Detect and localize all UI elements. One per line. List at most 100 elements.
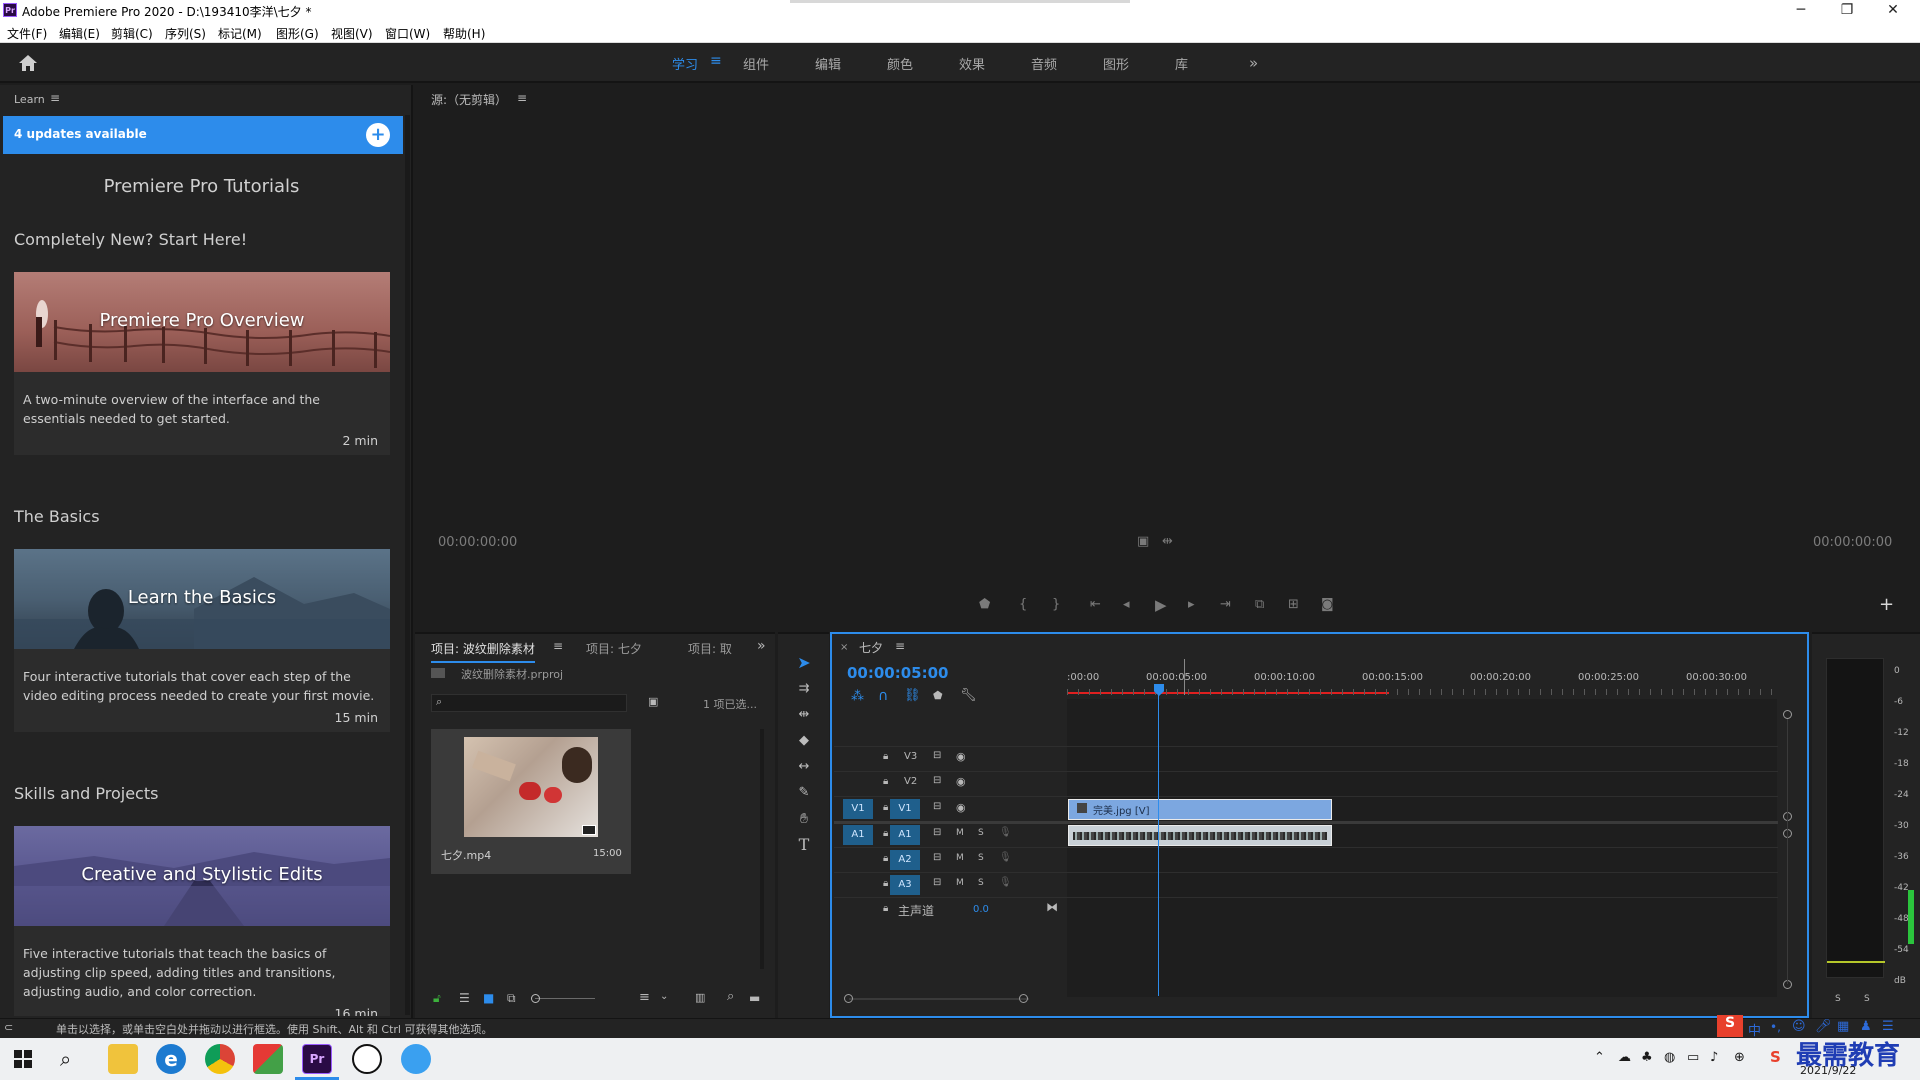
ime-skin-icon[interactable]: ♟ <box>1860 1019 1872 1034</box>
lock-icon[interactable]: 🔒︎ <box>883 751 888 762</box>
workspace-tab-effects[interactable]: 效果 <box>959 54 985 73</box>
restore-button[interactable]: ❐ <box>1824 0 1870 22</box>
menu-sequence[interactable]: 序列(S) <box>165 25 206 42</box>
sort-icon[interactable]: ≡ <box>639 990 650 1005</box>
nest-icon[interactable]: ⁂ <box>851 689 864 704</box>
export-frame-icon[interactable]: ◙ <box>1321 597 1334 612</box>
track-label-v1[interactable]: V1 <box>890 799 920 819</box>
track-select-tool-icon[interactable]: ⇉ <box>793 678 815 700</box>
panel-menu-icon[interactable]: ≡ <box>517 91 527 105</box>
razor-tool-icon[interactable]: ◆ <box>793 730 815 752</box>
go-to-out-icon[interactable]: ⇥ <box>1220 597 1231 612</box>
microphone-icon[interactable]: 🎙︎ <box>999 877 1012 888</box>
solo-left-button[interactable]: S <box>1835 994 1841 1004</box>
solo-button[interactable]: S <box>978 878 984 888</box>
add-marker-icon[interactable]: ⬟ <box>979 597 990 612</box>
workspace-tab-learn[interactable]: 学习 <box>672 54 698 73</box>
tutorial-card-overview[interactable]: Premiere Pro Overview A two-minute overv… <box>14 272 390 455</box>
pen-tool-icon[interactable]: ✎ <box>793 782 815 804</box>
tray-network-icon[interactable]: ▭ <box>1687 1050 1699 1065</box>
list-view-icon[interactable]: ☰ <box>459 991 470 1005</box>
minimize-button[interactable]: ─ <box>1778 0 1824 22</box>
sync-lock-icon[interactable]: ⊟ <box>933 852 941 863</box>
lock-icon[interactable]: 🔒︎ <box>883 802 888 813</box>
workspace-tab-graphics[interactable]: 图形 <box>1103 54 1129 73</box>
menu-clip[interactable]: 剪辑(C) <box>111 25 153 42</box>
edge-icon[interactable]: e <box>156 1044 186 1074</box>
project-scrollbar[interactable] <box>760 729 764 969</box>
home-icon[interactable] <box>18 54 38 72</box>
h-scrollbar[interactable] <box>849 998 1029 1000</box>
overwrite-icon[interactable]: ⊞ <box>1288 597 1299 612</box>
menu-view[interactable]: 视图(V) <box>331 25 373 42</box>
slip-tool-icon[interactable]: ↔ <box>793 756 815 778</box>
settings-icon[interactable]: ▣ <box>1137 534 1149 549</box>
menu-graphics[interactable]: 图形(G) <box>276 25 319 42</box>
type-tool-icon[interactable]: T <box>793 834 815 856</box>
tray-sogou-icon[interactable]: S <box>1770 1048 1781 1066</box>
find-icon[interactable]: ⌕ <box>727 989 734 1004</box>
time-ruler[interactable]: :00:00 00:00:05:00 00:00:10:00 00:00:15:… <box>1067 659 1777 695</box>
workspace-tab-assembly[interactable]: 组件 <box>743 54 769 73</box>
ime-punct-icon[interactable]: •, <box>1770 1020 1781 1034</box>
premiere-taskbar-icon[interactable]: Pr <box>302 1044 332 1074</box>
snap-icon[interactable]: ∩ <box>878 688 888 704</box>
panel-menu-icon[interactable]: ≡ <box>895 639 905 653</box>
automate-icon[interactable]: ▥ <box>695 991 705 1004</box>
master-volume-value[interactable]: 0.0 <box>973 904 989 915</box>
menu-help[interactable]: 帮助(H) <box>443 25 485 42</box>
zoom-slider[interactable] <box>535 998 595 999</box>
step-forward-icon[interactable]: ▸ <box>1188 597 1195 612</box>
hand-tool-icon[interactable]: ✋︎ <box>793 808 815 830</box>
source-timecode-left[interactable]: 00:00:00:00 <box>438 535 517 550</box>
add-icon[interactable]: + <box>366 123 390 147</box>
workspace-tab-editing[interactable]: 编辑 <box>815 54 841 73</box>
sequence-tab[interactable]: 七夕 <box>859 639 883 656</box>
ime-mic-icon[interactable]: 🎤︎ <box>1815 1019 1832 1034</box>
lock-icon[interactable]: 🔓︎ <box>433 991 441 1006</box>
icon-view-icon[interactable]: ■ <box>483 991 494 1005</box>
sync-lock-icon[interactable]: ⊟ <box>933 801 941 812</box>
ie-icon[interactable] <box>401 1044 431 1074</box>
go-to-in-icon[interactable]: ⇤ <box>1090 597 1101 612</box>
mute-button[interactable]: M <box>956 853 964 863</box>
sync-lock-icon[interactable]: ⊟ <box>933 750 941 761</box>
panel-more-icon[interactable]: » <box>757 638 766 654</box>
menu-window[interactable]: 窗口(W) <box>385 25 430 42</box>
video-clip[interactable]: 完美.jpg [V] <box>1068 799 1332 820</box>
project-search-input[interactable]: ⌕ <box>431 694 627 712</box>
h-scroll-handle[interactable] <box>844 994 853 1003</box>
video-audio-divider[interactable] <box>834 821 1778 824</box>
ime-keyboard-icon[interactable]: ▦ <box>1837 1019 1849 1034</box>
source-patch-a1[interactable]: A1 <box>843 825 873 845</box>
mark-in-icon[interactable]: { <box>1019 597 1027 612</box>
sogou-ime-icon[interactable]: S <box>1717 1015 1743 1037</box>
new-bin-icon[interactable]: ▬ <box>749 991 760 1005</box>
drag-icon[interactable]: ⇹ <box>1162 534 1173 549</box>
eye-icon[interactable]: ◉ <box>956 750 966 763</box>
app-launcher-icon[interactable] <box>253 1044 283 1074</box>
microphone-icon[interactable]: 🎙︎ <box>999 852 1012 863</box>
solo-right-button[interactable]: S <box>1864 994 1870 1004</box>
workspace-more-icon[interactable]: » <box>1249 54 1258 72</box>
step-back-icon[interactable]: ◂ <box>1123 597 1130 612</box>
tray-app-icon[interactable]: ◍ <box>1664 1050 1675 1065</box>
file-explorer-icon[interactable] <box>108 1044 138 1074</box>
track-label-a2[interactable]: A2 <box>890 850 920 870</box>
ime-emoji-icon[interactable]: ☺ <box>1792 1019 1806 1034</box>
button-editor-icon[interactable]: + <box>1879 594 1894 615</box>
workspace-tab-libraries[interactable]: 库 <box>1175 54 1188 73</box>
solo-button[interactable]: S <box>978 828 984 838</box>
mark-out-icon[interactable]: } <box>1052 597 1060 612</box>
solo-button[interactable]: S <box>978 853 984 863</box>
h-scroll-handle[interactable] <box>1019 994 1028 1003</box>
eye-icon[interactable]: ◉ <box>956 801 966 814</box>
updates-banner[interactable]: 4 updates available + <box>3 116 403 154</box>
learn-scrollbar[interactable] <box>405 115 410 1015</box>
mute-button[interactable]: M <box>956 878 964 888</box>
play-icon[interactable]: ▶ <box>1155 596 1167 614</box>
lock-icon[interactable]: 🔒︎ <box>883 776 888 787</box>
eye-icon[interactable]: ◉ <box>956 775 966 788</box>
insert-icon[interactable]: ⧉ <box>1255 597 1264 612</box>
ime-language[interactable]: 中 <box>1748 1020 1761 1039</box>
